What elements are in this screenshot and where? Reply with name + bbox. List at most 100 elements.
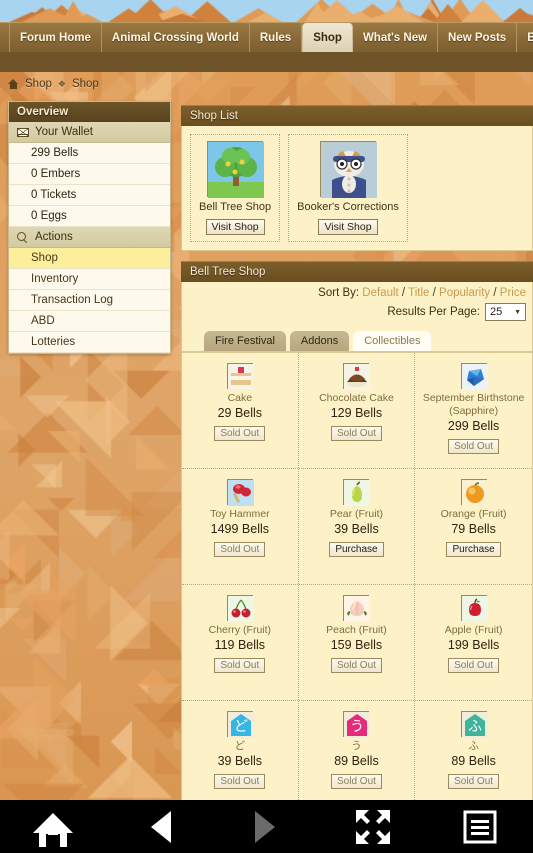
item-price: 39 Bells	[334, 522, 379, 537]
nav-tab-blog-tree[interactable]: Blog Tree	[517, 23, 533, 52]
svg-text:う: う	[350, 719, 364, 735]
home-icon[interactable]	[0, 800, 107, 853]
shop-card-name: Bell Tree Shop	[199, 201, 272, 213]
shop-item-cell: Toy Hammer 1499 Bells Sold Out	[182, 469, 299, 585]
shop-card[interactable]: Booker's Corrections Visit Shop	[288, 134, 408, 242]
back-icon[interactable]	[107, 800, 214, 853]
item-name: う	[351, 740, 362, 753]
fullscreen-icon[interactable]	[320, 800, 427, 853]
item-grid-row: どど 39 Bells Sold Out うう 89 Bells Sold Out ふふ 89…	[182, 701, 532, 817]
sold-out-button[interactable]: Sold Out	[214, 774, 266, 790]
shop-list-body: Bell Tree Shop Visit Shop Booker's Correc…	[181, 126, 533, 251]
sidebar-actions-label: Actions	[35, 231, 73, 243]
shop-item-cell: うう 89 Bells Sold Out	[299, 701, 416, 817]
item-name: ふ	[468, 740, 479, 753]
sidebar-item-your-wallet[interactable]: Your Wallet	[9, 122, 170, 143]
sort-link-default[interactable]: Default	[362, 287, 398, 299]
item-grid: Cake 29 Bells Sold Out Chocolate Cake 129 Be…	[181, 352, 533, 818]
item-price: 199 Bells	[447, 638, 500, 653]
item-name: Peach (Fruit)	[326, 624, 387, 637]
sort-link-popularity[interactable]: Popularity	[439, 287, 490, 299]
nav-tab-what-s-new[interactable]: What's New	[353, 23, 439, 52]
nav-tab-forum-home[interactable]: Forum Home	[9, 23, 102, 52]
category-tab-addons[interactable]: Addons	[289, 331, 350, 351]
category-tab-collectibles[interactable]: Collectibles	[353, 331, 432, 351]
sold-out-button[interactable]: Sold Out	[448, 439, 500, 455]
sort-row: Sort By: Default / Title / Popularity / …	[182, 284, 532, 299]
shop-item-cell: Chocolate Cake 129 Bells Sold Out	[299, 353, 416, 469]
visit-shop-button[interactable]: Visit Shop	[318, 219, 378, 235]
shop-item-cell: どど 39 Bells Sold Out	[182, 701, 299, 817]
sort-separator: /	[401, 287, 406, 299]
item-price: 119 Bells	[214, 638, 266, 653]
shop-thumbnail-icon	[320, 141, 378, 198]
sky-strip	[0, 0, 533, 22]
item-price: 29 Bells	[217, 406, 263, 421]
item-name: Cake	[227, 392, 253, 404]
browser-toolbar	[0, 800, 533, 853]
results-per-page-row: Results Per Page: 25 ▼	[182, 299, 532, 321]
shop-card-name: Booker's Corrections	[297, 201, 399, 213]
sold-out-button[interactable]: Sold Out	[331, 658, 382, 674]
sidebar-item-actions[interactable]: Actions	[9, 227, 170, 248]
sidebar-item-shop[interactable]: Shop	[9, 248, 170, 269]
sidebar-wallet-label: Your Wallet	[35, 126, 93, 138]
menu-icon[interactable]	[426, 800, 533, 853]
results-per-page-select[interactable]: 25 ▼	[485, 303, 526, 321]
breadcrumb-item-2[interactable]: Shop	[72, 78, 99, 90]
forward-icon[interactable]	[213, 800, 320, 853]
breadcrumb-item-1[interactable]: Shop	[25, 78, 52, 90]
shop-controls: Sort By: Default / Title / Popularity / …	[181, 282, 533, 352]
item-price: 299 Bells	[447, 419, 500, 434]
shop-item-cell: Apple (Fruit) 199 Bells Sold Out	[415, 585, 532, 700]
category-tabs: Fire Festival Addons Collectibles	[182, 321, 532, 351]
nav-tab-rules[interactable]: Rules	[250, 23, 303, 52]
nav-tab-shop[interactable]: Shop	[302, 23, 353, 52]
item-price: 89 Bells	[451, 754, 496, 769]
home-icon[interactable]	[8, 79, 19, 89]
results-per-page-label: Results Per Page:	[387, 306, 480, 318]
item-price: 159 Bells	[330, 638, 383, 653]
sold-out-button[interactable]: Sold Out	[214, 542, 266, 558]
item-grid-row: Cherry (Fruit) 119 Bells Sold Out Peach (Fr…	[182, 585, 532, 702]
item-price: 79 Bells	[451, 522, 496, 537]
item-name: Cherry (Fruit)	[208, 624, 272, 637]
shop-item-cell: ふふ 89 Bells Sold Out	[415, 701, 532, 816]
item-name: Chocolate Cake	[319, 392, 394, 404]
sidebar-item-transaction-log[interactable]: Transaction Log	[9, 290, 170, 311]
sort-link-price[interactable]: Price	[500, 287, 526, 299]
magnifier-icon	[17, 231, 29, 243]
sidebar-item-lotteries[interactable]: Lotteries	[9, 332, 170, 353]
item-price: 129 Bells	[330, 406, 383, 421]
sidebar-item-abd[interactable]: ABD	[9, 311, 170, 332]
sort-link-title[interactable]: Title	[408, 287, 429, 299]
visit-shop-button[interactable]: Visit Shop	[205, 219, 265, 235]
sold-out-button[interactable]: Sold Out	[331, 774, 382, 790]
breadcrumb: Shop ❖ Shop	[8, 78, 99, 90]
item-grid-row: Toy Hammer 1499 Bells Sold Out Pear (Fruit)…	[182, 469, 532, 586]
shop-item-cell: Orange (Fruit) 79 Bells Purchase	[415, 469, 532, 584]
sidebar-item-inventory[interactable]: Inventory	[9, 269, 170, 290]
main-navigation: Forum Home Animal Crossing World Rules Shop…	[0, 22, 533, 52]
sold-out-button[interactable]: Sold Out	[448, 774, 500, 790]
shop-item-cell: Peach (Fruit) 159 Bells Sold Out	[299, 585, 416, 701]
item-name: Toy Hammer	[210, 508, 270, 521]
sold-out-button[interactable]: Sold Out	[448, 658, 500, 674]
shop-item-cell: Cake 29 Bells Sold Out	[182, 353, 299, 469]
sold-out-button[interactable]: Sold Out	[331, 426, 382, 442]
sidebar-header: Overview	[9, 102, 170, 122]
item-icon: う	[343, 711, 371, 739]
sold-out-button[interactable]: Sold Out	[214, 426, 266, 442]
category-tab-fire-festival[interactable]: Fire Festival	[204, 331, 286, 351]
purchase-button[interactable]: Purchase	[329, 542, 384, 558]
purchase-button[interactable]: Purchase	[446, 542, 501, 558]
nav-tab-new-posts[interactable]: New Posts	[438, 23, 518, 52]
shop-card[interactable]: Bell Tree Shop Visit Shop	[190, 134, 281, 242]
sold-out-button[interactable]: Sold Out	[214, 658, 266, 674]
sidebar: Overview Your Wallet 299 Bells 0 Embers 0 …	[8, 101, 171, 354]
nav-tab-animal-crossing-world[interactable]: Animal Crossing World	[102, 23, 250, 52]
nav-underbar	[0, 52, 533, 72]
sort-separator: /	[493, 287, 497, 299]
item-icon	[226, 363, 254, 390]
item-name: Apple (Fruit)	[444, 624, 503, 637]
